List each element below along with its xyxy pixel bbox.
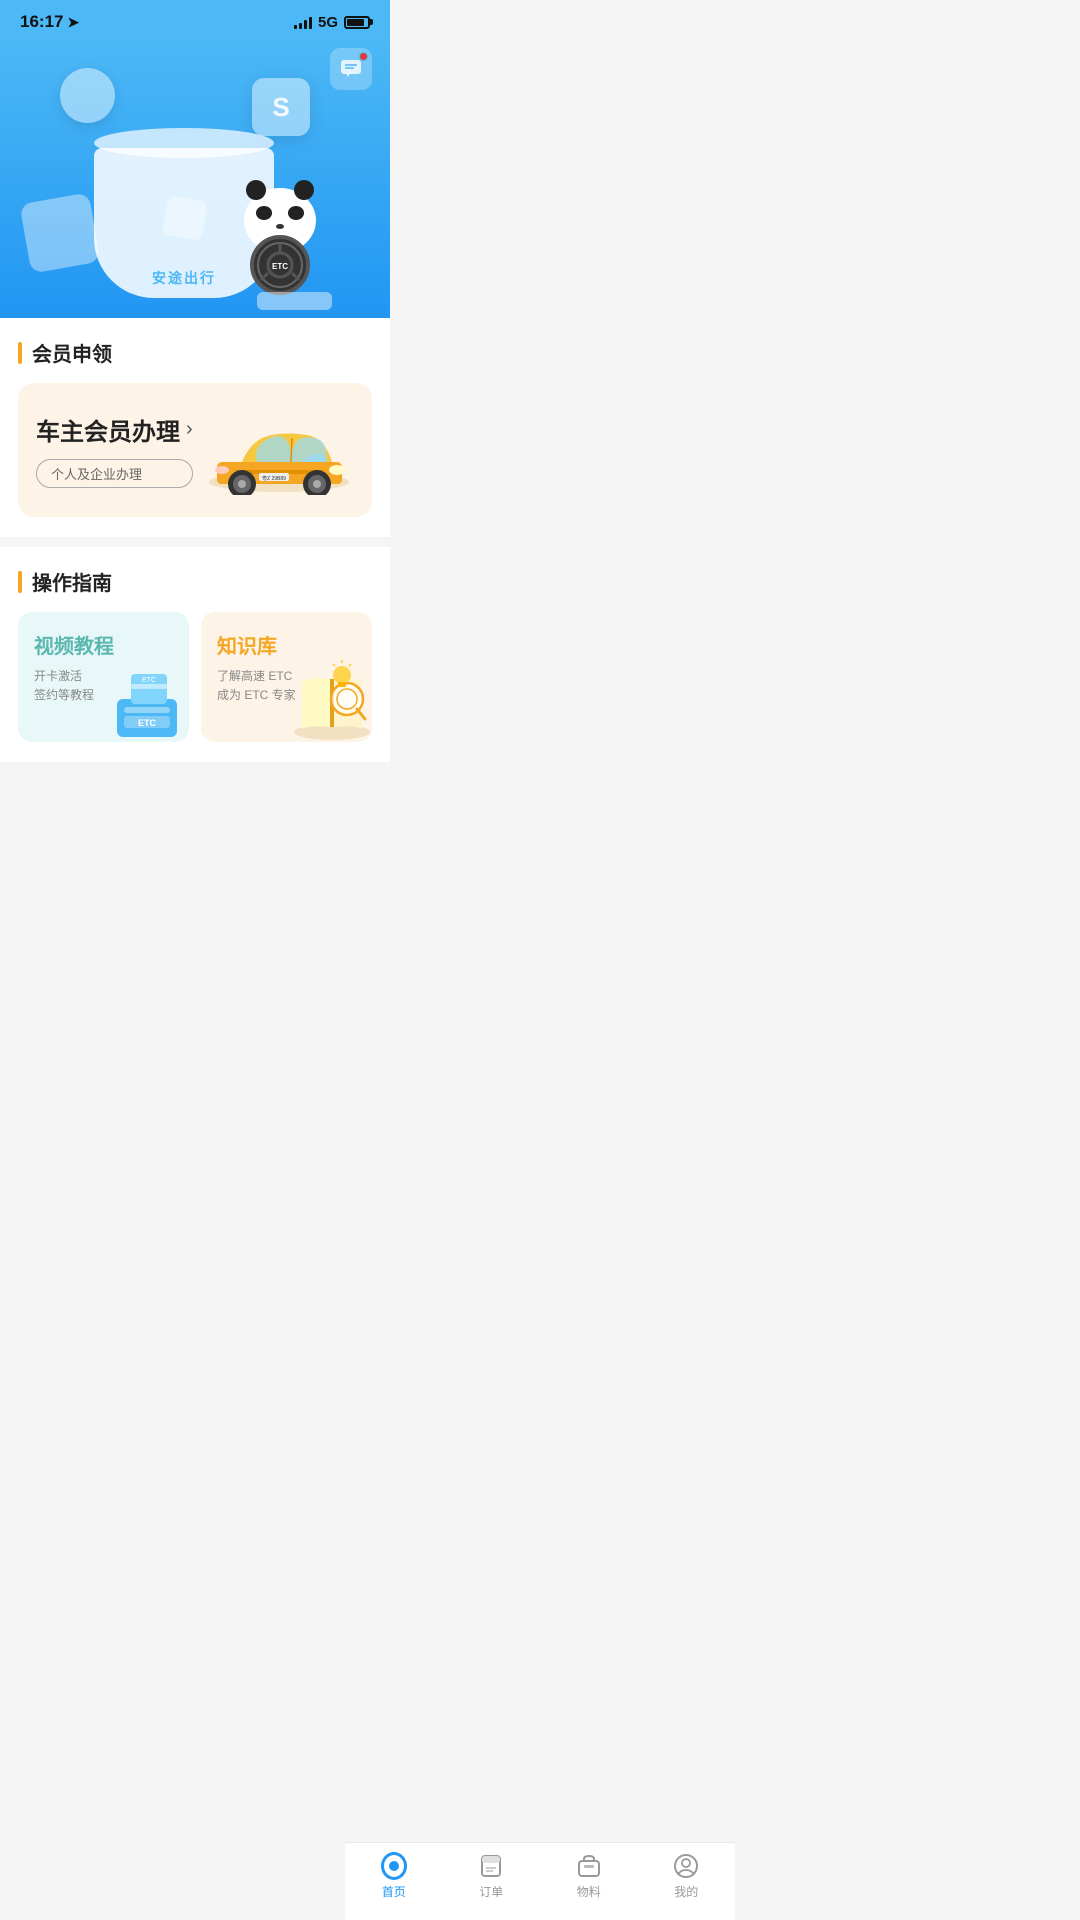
guide-card-video[interactable]: 视频教程 开卡激活签约等教程 ETC xyxy=(18,612,189,742)
nav-label-mine: 我的 xyxy=(674,1883,698,1900)
guide-knowledge-desc: 了解高速 ETC成为 ETC 专家 xyxy=(217,667,356,705)
svg-text:粤Z 29B89: 粤Z 29B89 xyxy=(262,475,286,482)
nav-item-home[interactable]: 首页 xyxy=(354,1853,434,1900)
svg-text:ETC: ETC xyxy=(138,718,157,728)
member-card[interactable]: 车主会员办理 › 个人及企业办理 xyxy=(18,383,372,517)
status-right: 5G xyxy=(294,14,370,31)
guide-section-bar-icon xyxy=(18,571,22,593)
home-active-ring xyxy=(381,1852,407,1880)
guide-card-knowledge[interactable]: 知识库 了解高速 ETC成为 ETC 专家 xyxy=(201,612,372,742)
nav-label-materials: 物料 xyxy=(577,1883,601,1900)
decoration-small-box xyxy=(162,195,208,241)
guide-video-title: 视频教程 xyxy=(34,630,173,659)
member-card-title-row: 车主会员办理 › xyxy=(36,412,193,447)
guide-video-desc: 开卡激活签约等教程 xyxy=(34,667,173,705)
member-card-subtitle: 个人及企业办理 xyxy=(36,459,193,488)
guide-grid: 视频教程 开卡激活签约等教程 ETC xyxy=(18,612,372,742)
nav-item-mine[interactable]: 我的 xyxy=(646,1853,726,1900)
panda-illustration: ETC xyxy=(225,183,335,303)
member-title-text: 会员申领 xyxy=(32,338,112,367)
etc-wheel: ETC xyxy=(250,235,310,295)
5g-label: 5G xyxy=(318,14,338,31)
guide-section: 操作指南 视频教程 开卡激活签约等教程 xyxy=(0,547,390,762)
notification-dot xyxy=(359,52,368,61)
member-card-left: 车主会员办理 › 个人及企业办理 xyxy=(36,412,193,488)
battery-icon xyxy=(344,16,370,29)
message-icon[interactable] xyxy=(330,48,372,90)
member-card-title-text: 车主会员办理 xyxy=(36,412,180,447)
location-arrow-icon: ➤ xyxy=(67,14,79,31)
nav-item-materials[interactable]: 物料 xyxy=(549,1853,629,1900)
nav-label-orders: 订单 xyxy=(479,1883,503,1900)
decoration-cylinder xyxy=(60,68,115,123)
svg-text:ETC: ETC xyxy=(272,262,288,271)
panda-eye-left xyxy=(256,206,272,220)
main-content: 会员申领 车主会员办理 › 个人及企业办理 xyxy=(0,318,390,852)
home-icon xyxy=(381,1853,407,1879)
guide-knowledge-title: 知识库 xyxy=(217,630,356,659)
panda-eye-right xyxy=(288,206,304,220)
member-section: 会员申领 车主会员办理 › 个人及企业办理 xyxy=(0,318,390,537)
status-time: 16:17 ➤ xyxy=(20,12,79,32)
hero-banner: S 安途出行 ETC xyxy=(0,38,390,318)
orders-icon xyxy=(478,1853,504,1879)
panda-nose xyxy=(276,224,284,229)
guide-section-title: 操作指南 xyxy=(18,567,372,596)
guide-title-text: 操作指南 xyxy=(32,567,112,596)
panda-platform xyxy=(257,292,332,310)
banner-text: 安途出行 xyxy=(152,268,216,288)
bottom-nav: 首页 订单 物料 xyxy=(345,1842,735,1920)
car-illustration: 粤Z 29B89 xyxy=(204,405,354,495)
time-display: 16:17 xyxy=(20,12,63,32)
car-svg: 粤Z 29B89 xyxy=(207,410,352,495)
status-bar: 16:17 ➤ 5G xyxy=(0,0,390,38)
panda-ear-left xyxy=(246,180,266,200)
mine-icon xyxy=(673,1853,699,1879)
signal-bars-icon xyxy=(294,15,312,29)
chevron-right-icon: › xyxy=(186,418,193,441)
materials-icon xyxy=(576,1853,602,1879)
nav-label-home: 首页 xyxy=(382,1883,406,1900)
section-bar-icon xyxy=(18,342,22,364)
panda-ear-right xyxy=(294,180,314,200)
message-icon-button[interactable] xyxy=(330,48,372,90)
home-active-dot xyxy=(389,1861,399,1871)
nav-item-orders[interactable]: 订单 xyxy=(451,1853,531,1900)
member-section-title: 会员申领 xyxy=(18,338,372,367)
